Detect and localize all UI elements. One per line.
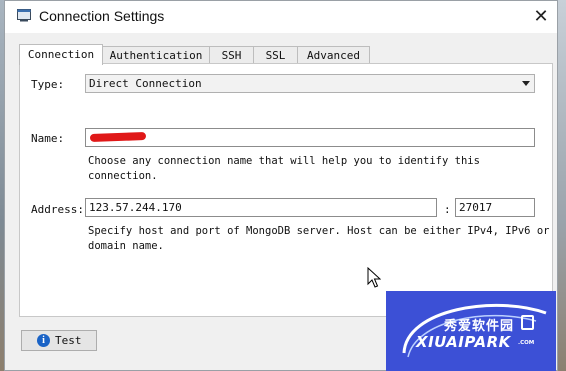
- dropdown-arrow-icon: [522, 81, 530, 86]
- type-label: Type:: [31, 78, 65, 91]
- port-input-value: 27017: [459, 201, 493, 214]
- mouse-cursor-icon: [367, 267, 381, 288]
- name-input[interactable]: [85, 128, 535, 147]
- host-port-separator: :: [444, 203, 451, 216]
- type-select[interactable]: Direct Connection: [85, 74, 535, 93]
- app-window-icon: [17, 9, 31, 22]
- address-hint-line-1: Specify host and port of MongoDB server.…: [88, 225, 550, 237]
- close-button[interactable]: ✕: [525, 1, 557, 33]
- tab-ssh[interactable]: SSH: [209, 46, 254, 63]
- port-input[interactable]: 27017: [455, 198, 535, 217]
- close-icon: ✕: [533, 6, 549, 26]
- connection-panel: Type: Direct Connection Name: Choose any…: [19, 63, 553, 317]
- tab-advanced[interactable]: Advanced: [297, 46, 370, 63]
- title-bar: Connection Settings ✕: [5, 1, 557, 33]
- tab-ssl[interactable]: SSL: [253, 46, 298, 63]
- redaction-mark: [89, 132, 147, 142]
- test-button-label: Test: [55, 334, 82, 347]
- address-hint-line-2: domain name.: [88, 240, 164, 252]
- type-select-value: Direct Connection: [89, 77, 202, 90]
- name-label: Name:: [31, 132, 65, 145]
- host-input[interactable]: 123.57.244.170: [85, 198, 437, 217]
- watermark-english-text: XIUAIPARK: [416, 333, 511, 351]
- tab-connection[interactable]: Connection: [19, 44, 103, 65]
- info-icon: i: [37, 334, 50, 347]
- watermark-suffix: .COM: [518, 340, 535, 346]
- watermark-logo: 秀爱软件园 XIUAIPARK .COM: [386, 291, 556, 371]
- tab-authentication[interactable]: Authentication: [102, 46, 210, 63]
- name-hint: Choose any connection name that will hel…: [88, 155, 480, 182]
- window-title: Connection Settings: [39, 8, 165, 24]
- download-icon: [521, 315, 534, 330]
- host-input-value: 123.57.244.170: [89, 201, 182, 214]
- watermark-chinese-text: 秀爱软件园: [444, 319, 515, 334]
- address-label: Address:: [31, 203, 84, 216]
- address-hint: Specify host and port of MongoDB server.…: [88, 224, 549, 254]
- test-button[interactable]: i Test: [21, 330, 97, 351]
